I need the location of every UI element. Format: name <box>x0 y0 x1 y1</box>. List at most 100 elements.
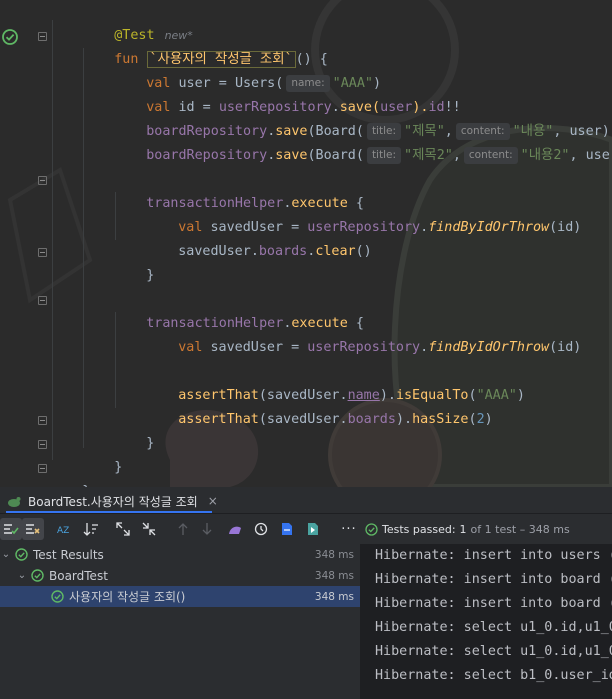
duration: 348 ms <box>314 569 354 582</box>
passed-check-icon <box>365 522 378 536</box>
console-line: Hibernate: select b1_0.user_id <box>375 668 612 683</box>
sort-duration-button[interactable] <box>80 518 102 540</box>
receiver: userRepository <box>307 340 421 355</box>
fold-icon[interactable] <box>38 464 47 473</box>
chevron-down-icon[interactable]: ⌄ <box>16 570 28 581</box>
export-results-button[interactable] <box>276 518 298 540</box>
code-line-8: transactionHelper.execute { <box>114 168 364 211</box>
test-results-tree[interactable]: ⌄ Test Results 348 ms ⌄ BoardTest 348 ms… <box>0 544 360 699</box>
console-line: Hibernate: insert into board ( <box>375 596 612 611</box>
passed-check-icon <box>31 569 44 582</box>
test-run-icon <box>8 497 21 507</box>
run-tab[interactable]: BoardTest.사용자의 작성글 조회 × <box>6 489 218 513</box>
punct: } <box>114 460 123 475</box>
duration: 348 ms <box>314 590 354 603</box>
code-line-18: } <box>114 408 154 451</box>
active-tab-indicator <box>6 511 212 513</box>
svg-text:AZ: AZ <box>57 526 69 536</box>
fold-icon[interactable] <box>38 32 47 41</box>
status-detail: of 1 test – 348 ms <box>470 522 570 536</box>
code-line-13: transactionHelper.execute { <box>114 288 364 331</box>
code-line-4: val id = userRepository.save(user).id!! <box>114 72 460 115</box>
show-passed-icon <box>4 524 19 535</box>
console-output[interactable]: Hibernate: insert into users ( Hibernate… <box>361 544 612 699</box>
code-line-14: val savedUser = userRepository.findByIdO… <box>146 312 581 355</box>
method-call: save <box>275 148 308 163</box>
collapse-icon <box>142 522 156 536</box>
code-line-19: } <box>82 432 122 475</box>
console-line: Hibernate: select u1_0.id,u1_0 <box>375 644 612 659</box>
punct: ( <box>468 412 477 427</box>
punct: () <box>355 244 372 259</box>
run-passed-icon[interactable] <box>1 28 19 46</box>
console-line: Hibernate: insert into board ( <box>375 572 612 587</box>
string-literal: "제목2" <box>404 148 453 163</box>
code-line-5: boardRepository.save(Board(title: "제목", co… <box>114 96 612 140</box>
fold-icon[interactable] <box>38 176 47 185</box>
tree-item-boardtest[interactable]: ⌄ BoardTest 348 ms <box>0 565 360 586</box>
code-line-3: val user = Users(name: "AAA") <box>114 48 381 92</box>
tree-item-test-method[interactable]: 사용자의 작성글 조회() 348 ms <box>0 586 360 607</box>
code-line-11: } <box>114 240 154 283</box>
status-label: Tests passed: <box>382 522 456 536</box>
tool-window-tabbar: BoardTest.사용자의 작성글 조회 × <box>0 487 612 514</box>
number-literal: 2 <box>476 412 485 427</box>
arrow-up-icon <box>178 523 188 535</box>
fold-icon[interactable] <box>38 296 47 305</box>
param-hint: content: <box>463 147 518 164</box>
tree-item-label: Test Results <box>33 547 104 562</box>
fold-icon[interactable] <box>38 248 47 257</box>
tree-item-label: BoardTest <box>49 568 108 583</box>
receiver: savedUser <box>178 244 251 259</box>
run-tab-label: BoardTest.사용자의 작성글 조회 <box>28 494 198 509</box>
punct: . <box>250 244 259 259</box>
passed-check-icon <box>51 590 64 603</box>
method-call: clear <box>315 244 356 259</box>
more-options-button[interactable]: ··· <box>338 518 360 540</box>
editor-gutter <box>0 0 52 487</box>
duration: 348 ms <box>314 548 354 561</box>
expand-all-button[interactable] <box>112 518 134 540</box>
code-editor[interactable]: @Test new* fun `사용자의 작성글 조회`() { val user… <box>0 0 612 487</box>
punct: } <box>146 436 155 451</box>
code-line-6: boardRepository.save(Board(title: "제목2", c… <box>114 120 612 164</box>
status-count: 1 <box>459 522 467 536</box>
sort-alpha-button[interactable]: AZ <box>54 518 76 540</box>
test-history-button[interactable] <box>250 518 272 540</box>
punct: . <box>420 340 429 355</box>
receiver: (savedUser. <box>258 412 348 427</box>
chevron-down-icon[interactable]: ⌄ <box>0 549 12 560</box>
console-line: Hibernate: insert into users ( <box>375 548 612 563</box>
show-ignored-button[interactable] <box>22 518 44 540</box>
tree-item-test-results[interactable]: ⌄ Test Results 348 ms <box>0 544 360 565</box>
code-line-20: } <box>50 456 90 487</box>
identifier: savedUser = <box>202 340 308 355</box>
constructor-call: (Board( <box>307 148 364 163</box>
sort-alpha-icon: AZ <box>57 526 69 536</box>
import-tests-button[interactable] <box>224 518 246 540</box>
collapse-all-button[interactable] <box>138 518 160 540</box>
fold-icon[interactable] <box>38 416 47 425</box>
import-icon <box>229 526 241 534</box>
fold-icon[interactable] <box>38 440 47 449</box>
more-icon: ··· <box>341 521 357 537</box>
sort-icon <box>83 523 98 536</box>
method-call: assertThat <box>178 412 259 427</box>
open-results-button[interactable] <box>302 518 324 540</box>
history-icon <box>254 522 268 536</box>
export-icon <box>282 523 292 535</box>
punct: (id) <box>549 220 582 235</box>
param-hint: title: <box>366 147 402 164</box>
method-call: hasSize <box>412 412 469 427</box>
property: boards <box>258 244 308 259</box>
show-passed-button[interactable] <box>0 518 22 540</box>
close-icon[interactable]: × <box>208 494 218 508</box>
indent-guide <box>52 20 53 460</box>
test-toolbar: AZ ··· Tests passed: 1 of 1 test – 348 m… <box>0 514 612 544</box>
expand-icon <box>116 522 130 536</box>
next-failed-button[interactable] <box>196 518 218 540</box>
indent-guide <box>83 48 84 448</box>
tree-item-label: 사용자의 작성글 조회() <box>69 590 186 604</box>
console-line: Hibernate: select u1_0.id,u1_0 <box>375 620 612 635</box>
previous-failed-button[interactable] <box>172 518 194 540</box>
